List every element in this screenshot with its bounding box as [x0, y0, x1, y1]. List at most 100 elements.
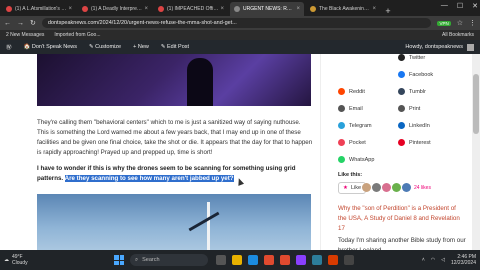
customize-label: Customize	[95, 44, 122, 50]
clock[interactable]: 2:46 PM 12/23/2024	[451, 254, 476, 266]
forward-icon[interactable]: →	[17, 20, 24, 27]
system-tray: ˄ ◠ ◁ 2:46 PM 12/23/2024	[422, 254, 476, 266]
avatar[interactable]	[372, 183, 381, 192]
reload-icon[interactable]: ↻	[30, 19, 36, 27]
browser-tab[interactable]: The Black Awakening Is Hap...×	[306, 2, 380, 16]
share-linkedin-button[interactable]: LinkedIn	[398, 122, 430, 129]
tab-title: The Black Awakening Is Hap...	[319, 6, 370, 12]
maximize-icon[interactable]: ☐	[457, 2, 463, 10]
file-explorer-icon[interactable]	[232, 255, 242, 265]
email-icon	[338, 105, 345, 112]
cloud-icon: ☁	[4, 257, 9, 263]
browser-tab[interactable]: (1) A Deadly Interpretation...×	[78, 2, 152, 16]
article-image-wind-turbine	[37, 194, 311, 250]
share-label: Twitter	[409, 54, 426, 61]
close-tab-icon[interactable]: ×	[68, 6, 72, 12]
app-icon[interactable]	[312, 255, 322, 265]
share-label: Print	[409, 105, 421, 112]
reddit-icon	[338, 88, 345, 95]
minimize-icon[interactable]: —	[441, 2, 448, 10]
search-icon: ⌕	[135, 256, 139, 263]
share-label: WhatsApp	[349, 156, 375, 163]
tab-favicon-icon	[6, 6, 12, 12]
share-label: Pocket	[349, 139, 366, 146]
print-icon	[398, 105, 405, 112]
weather-widget[interactable]: ☁ 49°F Cloudy	[4, 254, 114, 266]
new-tab-icon[interactable]: +	[382, 6, 394, 16]
share-label: Facebook	[409, 71, 434, 78]
scrollbar-thumb[interactable]	[473, 74, 479, 134]
turbine-pole	[207, 202, 210, 250]
close-tab-icon[interactable]: ×	[372, 6, 376, 12]
share-twitter-button[interactable]: Twitter	[398, 54, 425, 61]
clock-date: 12/23/2024	[450, 260, 476, 266]
share-whatsapp-button[interactable]: WhatsApp	[338, 156, 374, 163]
edge-icon[interactable]	[248, 255, 258, 265]
tab-favicon-icon	[310, 6, 316, 12]
customize-link[interactable]: ✎ Customize	[89, 44, 121, 50]
avatar[interactable]	[392, 183, 401, 192]
wordpress-icon[interactable]: Ⓦ	[6, 43, 12, 51]
app-icon[interactable]	[328, 255, 338, 265]
share-pinterest-button[interactable]: Pinterest	[398, 139, 431, 146]
share-facebook-button[interactable]: Facebook	[398, 71, 433, 78]
chrome-icon[interactable]	[264, 255, 274, 265]
all-bookmarks-link[interactable]: All Bookmarks	[442, 32, 474, 38]
tab-favicon-icon	[158, 6, 164, 12]
close-tab-icon[interactable]: ×	[144, 6, 148, 12]
url-input[interactable]: dontspeaknews.com/2024/12/20/urgent-news…	[41, 18, 432, 28]
account-menu[interactable]: Howdy, dontspeaknews	[405, 43, 474, 51]
pinterest-icon	[398, 139, 405, 146]
app-icon[interactable]	[344, 255, 354, 265]
article-paragraph: They're calling them "behavioral centers…	[37, 119, 313, 156]
edit-post-link[interactable]: ✎ Edit Post	[161, 44, 189, 50]
avatar	[467, 43, 474, 51]
task-view-icon[interactable]	[216, 255, 226, 265]
new-link[interactable]: + New	[133, 44, 149, 50]
share-reddit-button[interactable]: Reddit	[338, 88, 365, 95]
share-email-button[interactable]: Email	[338, 105, 363, 112]
share-print-button[interactable]: Print	[398, 105, 420, 112]
menu-icon[interactable]: ⋮	[469, 19, 476, 27]
close-window-icon[interactable]: ✕	[472, 2, 478, 10]
close-tab-icon[interactable]: ×	[220, 6, 224, 12]
tab-favicon-icon	[234, 6, 240, 12]
tab-title: (1) IMPEACHED Official Trailer...	[167, 6, 218, 12]
app-icon[interactable]	[280, 255, 290, 265]
app-icon[interactable]	[296, 255, 306, 265]
chevron-up-icon[interactable]: ˄	[422, 257, 425, 263]
share-telegram-button[interactable]: Telegram	[338, 122, 372, 129]
vpn-badge[interactable]: VPN	[437, 20, 451, 26]
avatar[interactable]	[382, 183, 391, 192]
scrollbar[interactable]	[472, 54, 480, 250]
article-image-dark-figure	[37, 54, 311, 106]
taskbar-search[interactable]: ⌕ Search	[130, 254, 208, 266]
related-post-link[interactable]: Why the "son of Perdition" is a Presiden…	[338, 204, 466, 234]
windows-start-icon[interactable]	[114, 255, 124, 265]
avatar[interactable]	[362, 183, 371, 192]
page-viewport: They're calling them "behavioral centers…	[0, 54, 480, 250]
back-icon[interactable]: ←	[4, 20, 11, 27]
avatar[interactable]	[402, 183, 411, 192]
linkedin-icon	[398, 122, 405, 129]
bookmark-item[interactable]: Imported from Goo...	[54, 32, 100, 38]
share-label: Reddit	[349, 88, 365, 95]
browser-tab[interactable]: (1) A L.Atsmillation's Virtual...×	[2, 2, 76, 16]
share-label: Email	[349, 105, 363, 112]
tab-title: URGENT NEWS: REFUS...	[243, 6, 294, 12]
close-tab-icon[interactable]: ×	[296, 6, 300, 12]
star-icon[interactable]: ☆	[457, 19, 463, 27]
liker-avatars	[362, 183, 411, 192]
share-pocket-button[interactable]: Pocket	[338, 139, 366, 146]
tab-favicon-icon	[82, 6, 88, 12]
volume-icon[interactable]: ◁	[441, 257, 445, 263]
search-placeholder: Search	[142, 257, 160, 263]
likes-count[interactable]: 24 likes	[414, 185, 431, 191]
site-name-link[interactable]: 🏠 Don't Speak News	[24, 44, 77, 50]
article-content: They're calling them "behavioral centers…	[0, 54, 320, 250]
wifi-icon[interactable]: ◠	[431, 257, 435, 263]
browser-tab[interactable]: (1) IMPEACHED Official Trailer...×	[154, 2, 228, 16]
share-tumblr-button[interactable]: Tumblr	[398, 88, 426, 95]
bookmark-item[interactable]: 2 New Messages	[6, 32, 44, 38]
browser-tab-active[interactable]: URGENT NEWS: REFUS...×	[230, 2, 304, 16]
